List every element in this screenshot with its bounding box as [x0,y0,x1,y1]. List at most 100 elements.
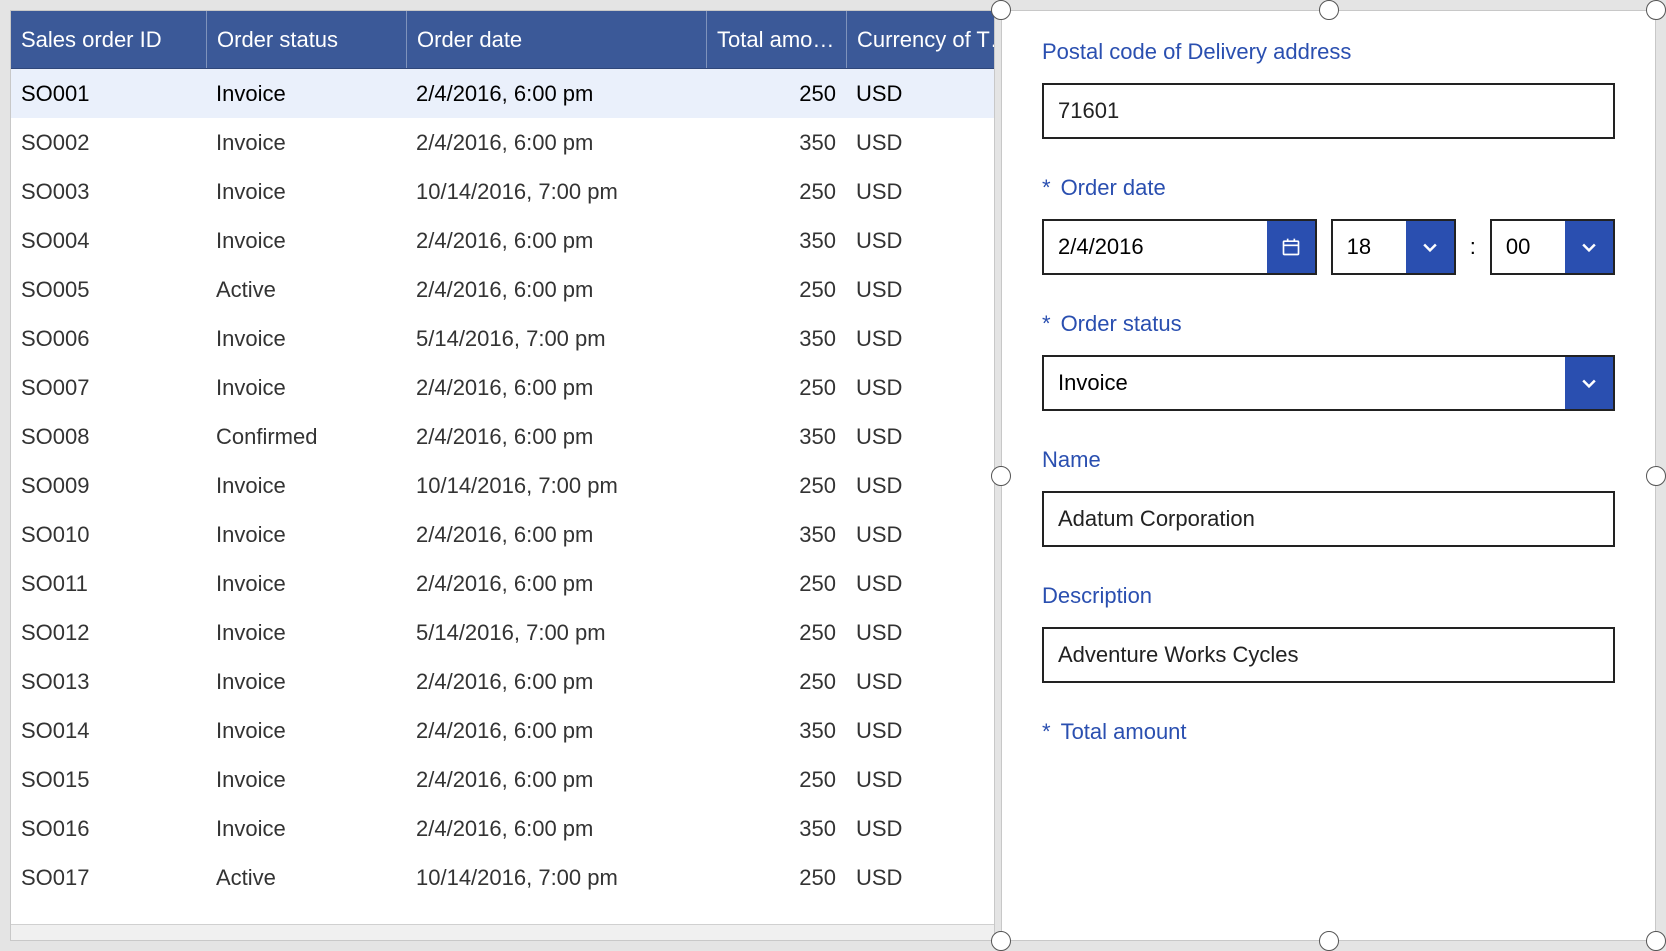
label-description: Description [1042,583,1615,609]
resize-handle-top-left[interactable] [991,0,1011,20]
cell-order-status: Invoice [206,669,406,695]
cell-currency: USD [846,326,956,352]
table-row[interactable]: SO016Invoice2/4/2016, 6:00 pm350USD [11,804,994,853]
cell-order-status: Invoice [206,571,406,597]
select-order-minute[interactable]: 00 [1490,219,1615,275]
table-row[interactable]: SO015Invoice2/4/2016, 6:00 pm250USD [11,755,994,804]
cell-currency: USD [846,424,956,450]
cell-total-amount: 250 [706,179,846,205]
cell-total-amount: 350 [706,130,846,156]
select-order-status[interactable]: Invoice [1042,355,1615,411]
cell-sales-order-id: SO011 [11,571,206,597]
label-order-status-text: Order status [1061,311,1182,337]
cell-total-amount: 250 [706,81,846,107]
cell-order-date: 10/14/2016, 7:00 pm [406,865,706,891]
cell-total-amount: 250 [706,767,846,793]
grid-horizontal-scrollbar[interactable] [11,924,994,940]
cell-total-amount: 250 [706,620,846,646]
chevron-down-icon[interactable] [1406,221,1454,273]
input-description[interactable]: Adventure Works Cycles [1042,627,1615,683]
cell-order-date: 2/4/2016, 6:00 pm [406,375,706,401]
label-order-status: * Order status [1042,311,1615,337]
cell-order-status: Invoice [206,326,406,352]
table-row[interactable]: SO001Invoice2/4/2016, 6:00 pm250USD [11,69,994,118]
cell-order-status: Invoice [206,130,406,156]
order-hour-value: 18 [1333,221,1406,273]
table-row[interactable]: SO013Invoice2/4/2016, 6:00 pm250USD [11,657,994,706]
cell-sales-order-id: SO007 [11,375,206,401]
cell-sales-order-id: SO001 [11,81,206,107]
cell-total-amount: 250 [706,669,846,695]
col-header-currency[interactable]: Currency of T… [846,11,994,68]
col-header-sales-order-id[interactable]: Sales order ID [11,11,206,68]
cell-order-status: Invoice [206,620,406,646]
cell-order-status: Invoice [206,81,406,107]
chevron-down-icon[interactable] [1565,221,1613,273]
cell-currency: USD [846,81,956,107]
cell-order-status: Invoice [206,767,406,793]
cell-order-status: Invoice [206,816,406,842]
cell-total-amount: 350 [706,522,846,548]
resize-handle-middle-left[interactable] [991,466,1011,486]
resize-handle-middle-right[interactable] [1646,466,1666,486]
order-date-value[interactable]: 2/4/2016 [1044,221,1267,273]
table-row[interactable]: SO008Confirmed2/4/2016, 6:00 pm350USD [11,412,994,461]
cell-total-amount: 350 [706,424,846,450]
cell-sales-order-id: SO003 [11,179,206,205]
input-order-date[interactable]: 2/4/2016 [1042,219,1317,275]
label-order-date: * Order date [1042,175,1615,201]
table-row[interactable]: SO007Invoice2/4/2016, 6:00 pm250USD [11,363,994,412]
resize-handle-top-center[interactable] [1319,0,1339,20]
col-header-total-amount[interactable]: Total amo… [706,11,846,68]
cell-order-date: 2/4/2016, 6:00 pm [406,130,706,156]
table-row[interactable]: SO004Invoice2/4/2016, 6:00 pm350USD [11,216,994,265]
input-postal-code[interactable]: 71601 [1042,83,1615,139]
cell-order-date: 2/4/2016, 6:00 pm [406,424,706,450]
resize-handle-bottom-center[interactable] [1319,931,1339,951]
order-status-value: Invoice [1044,357,1565,409]
cell-total-amount: 250 [706,473,846,499]
resize-handle-bottom-right[interactable] [1646,931,1666,951]
cell-order-status: Invoice [206,473,406,499]
grid-body-scroll[interactable]: SO001Invoice2/4/2016, 6:00 pm250USDSO002… [11,69,994,924]
table-row[interactable]: SO010Invoice2/4/2016, 6:00 pm350USD [11,510,994,559]
table-row[interactable]: SO012Invoice5/14/2016, 7:00 pm250USD [11,608,994,657]
table-row[interactable]: SO011Invoice2/4/2016, 6:00 pm250USD [11,559,994,608]
cell-order-status: Invoice [206,522,406,548]
edit-form-panel[interactable]: Postal code of Delivery address 71601 * … [1001,10,1656,941]
cell-order-date: 2/4/2016, 6:00 pm [406,228,706,254]
input-name[interactable]: Adatum Corporation [1042,491,1615,547]
required-mark: * [1042,719,1051,745]
table-row[interactable]: SO009Invoice10/14/2016, 7:00 pm250USD [11,461,994,510]
cell-sales-order-id: SO004 [11,228,206,254]
cell-order-status: Active [206,277,406,303]
cell-currency: USD [846,522,956,548]
cell-order-status: Invoice [206,228,406,254]
table-row[interactable]: SO003Invoice10/14/2016, 7:00 pm250USD [11,167,994,216]
cell-currency: USD [846,767,956,793]
cell-sales-order-id: SO002 [11,130,206,156]
cell-currency: USD [846,816,956,842]
cell-currency: USD [846,277,956,303]
chevron-down-icon[interactable] [1565,357,1613,409]
table-row[interactable]: SO005Active2/4/2016, 6:00 pm250USD [11,265,994,314]
select-order-hour[interactable]: 18 [1331,219,1456,275]
cell-total-amount: 250 [706,865,846,891]
cell-order-status: Confirmed [206,424,406,450]
col-header-order-date[interactable]: Order date [406,11,706,68]
calendar-icon[interactable] [1267,221,1315,273]
table-row[interactable]: SO006Invoice5/14/2016, 7:00 pm350USD [11,314,994,363]
resize-handle-top-right[interactable] [1646,0,1666,20]
table-row[interactable]: SO017Active10/14/2016, 7:00 pm250USD [11,853,994,902]
cell-order-date: 2/4/2016, 6:00 pm [406,718,706,744]
cell-currency: USD [846,620,956,646]
table-row[interactable]: SO014Invoice2/4/2016, 6:00 pm350USD [11,706,994,755]
cell-total-amount: 350 [706,816,846,842]
col-header-order-status[interactable]: Order status [206,11,406,68]
cell-total-amount: 250 [706,375,846,401]
table-row[interactable]: SO002Invoice2/4/2016, 6:00 pm350USD [11,118,994,167]
cell-order-date: 2/4/2016, 6:00 pm [406,81,706,107]
cell-order-date: 5/14/2016, 7:00 pm [406,620,706,646]
resize-handle-bottom-left[interactable] [991,931,1011,951]
cell-currency: USD [846,130,956,156]
